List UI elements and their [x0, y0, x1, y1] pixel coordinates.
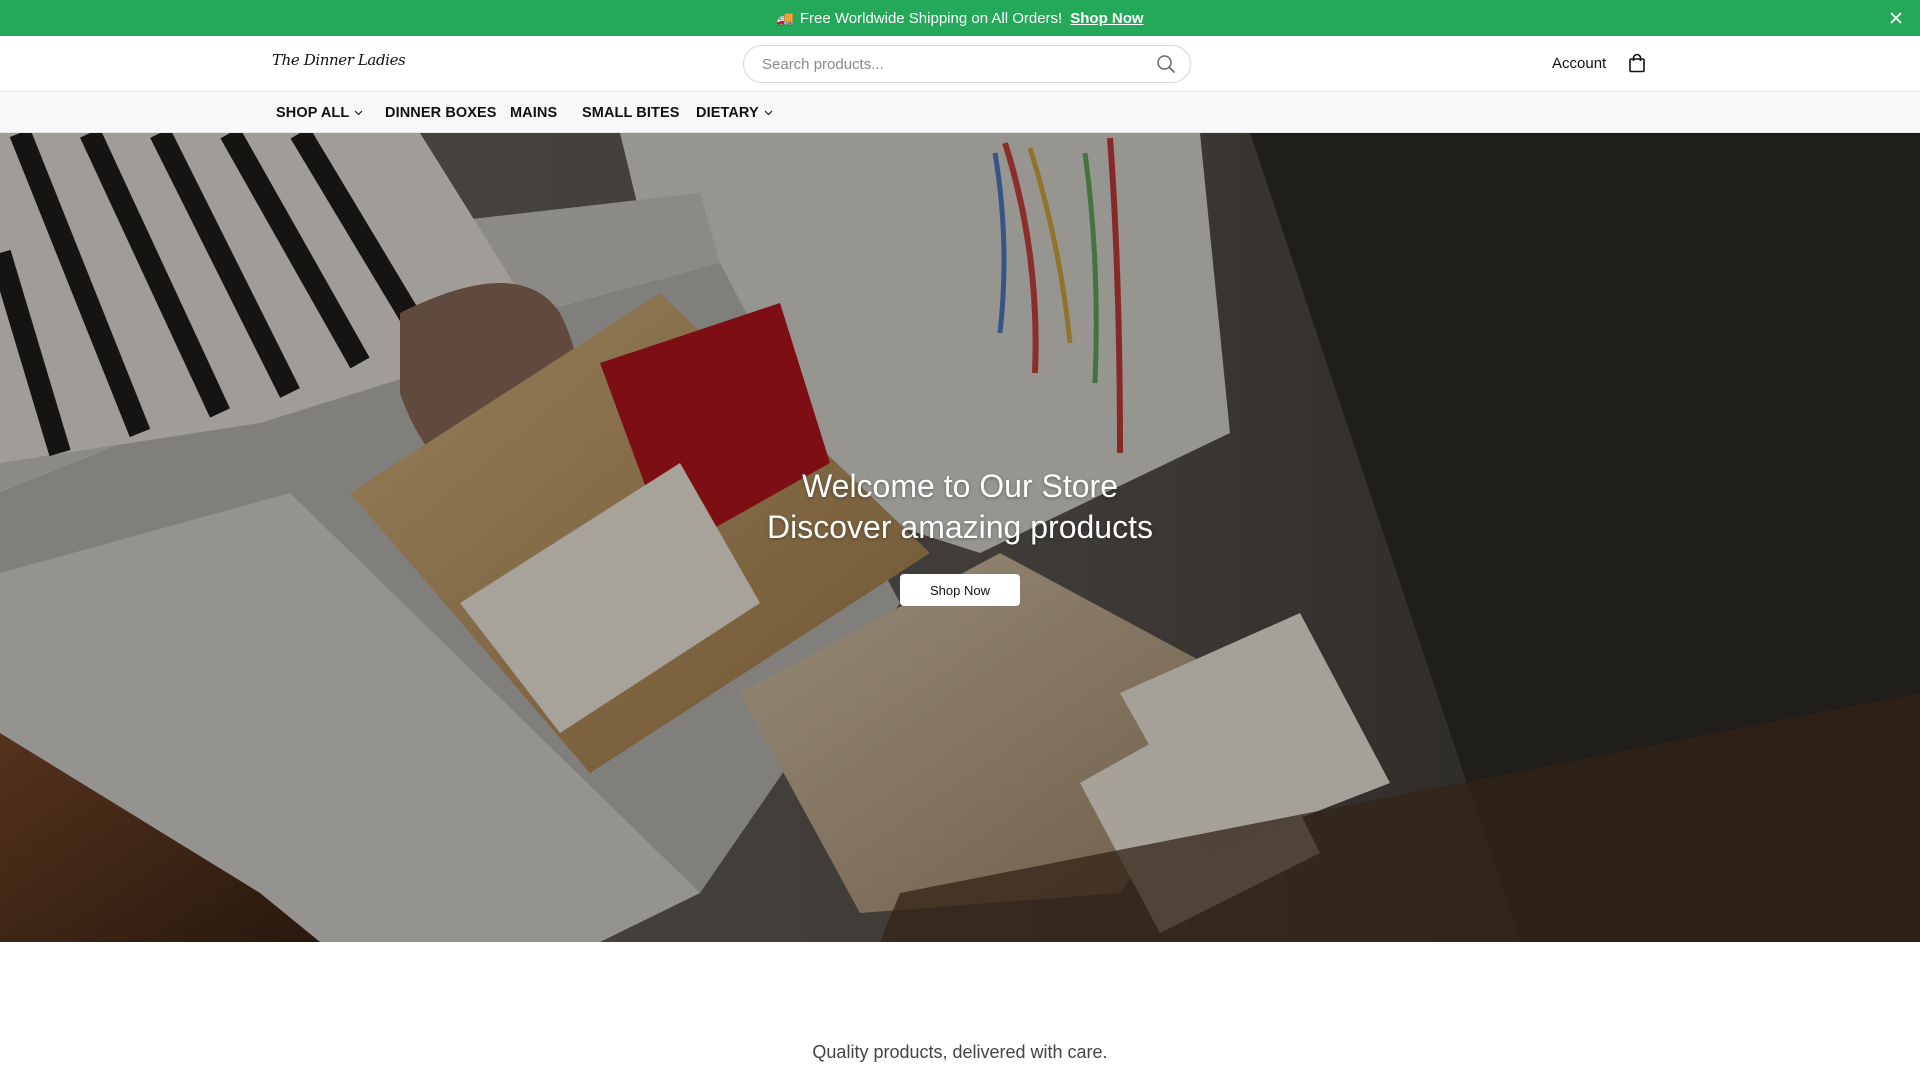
- close-icon[interactable]: [1886, 8, 1906, 28]
- hero-title: Welcome to Our Store: [802, 468, 1118, 504]
- hero-shop-now-button[interactable]: Shop Now: [900, 574, 1020, 606]
- announcement-shop-now-link[interactable]: Shop Now: [1070, 10, 1143, 27]
- chevron-down-icon: [764, 110, 773, 116]
- nav-item-mains[interactable]: MAINS: [510, 105, 557, 121]
- hero-headline: Welcome to Our Store Discover amazing pr…: [0, 466, 1920, 548]
- nav-item-label: DIETARY: [696, 105, 759, 121]
- nav-item-label: MAINS: [510, 105, 558, 121]
- hero-banner: Welcome to Our Store Discover amazing pr…: [0, 133, 1920, 942]
- shopping-bag-icon[interactable]: [1628, 53, 1648, 75]
- nav-item-label: DINNER BOXES: [385, 105, 497, 121]
- chevron-down-icon: [354, 110, 363, 116]
- truck-icon: 🚚: [776, 9, 794, 26]
- announcement-bar: 🚚 Free Worldwide Shipping on All Orders!…: [0, 0, 1920, 36]
- store-logo[interactable]: The Dinner Ladies: [272, 51, 406, 69]
- search-icon[interactable]: [1156, 54, 1178, 76]
- tagline: Quality products, delivered with care.: [812, 1042, 1108, 1062]
- nav-item-small-bites[interactable]: SMALL BITES: [582, 105, 680, 121]
- nav-item-dietary[interactable]: DIETARY: [696, 105, 773, 121]
- site-header: The Dinner Ladies Account: [0, 36, 1920, 92]
- search-input[interactable]: [760, 46, 1140, 82]
- announcement-text: Free Worldwide Shipping on All Orders!: [799, 9, 1063, 27]
- main-nav: SHOP ALL DINNER BOXES MAINS SMALL BITES …: [0, 92, 1920, 133]
- account-link[interactable]: Account: [1552, 55, 1606, 72]
- nav-item-label: SMALL BITES: [582, 105, 680, 121]
- nav-item-shop-all[interactable]: SHOP ALL: [276, 105, 363, 121]
- nav-item-dinner-boxes[interactable]: DINNER BOXES: [385, 105, 497, 121]
- search-bar: [743, 45, 1191, 83]
- hero-subtitle: Discover amazing products: [767, 509, 1153, 545]
- nav-item-label: SHOP ALL: [276, 105, 350, 121]
